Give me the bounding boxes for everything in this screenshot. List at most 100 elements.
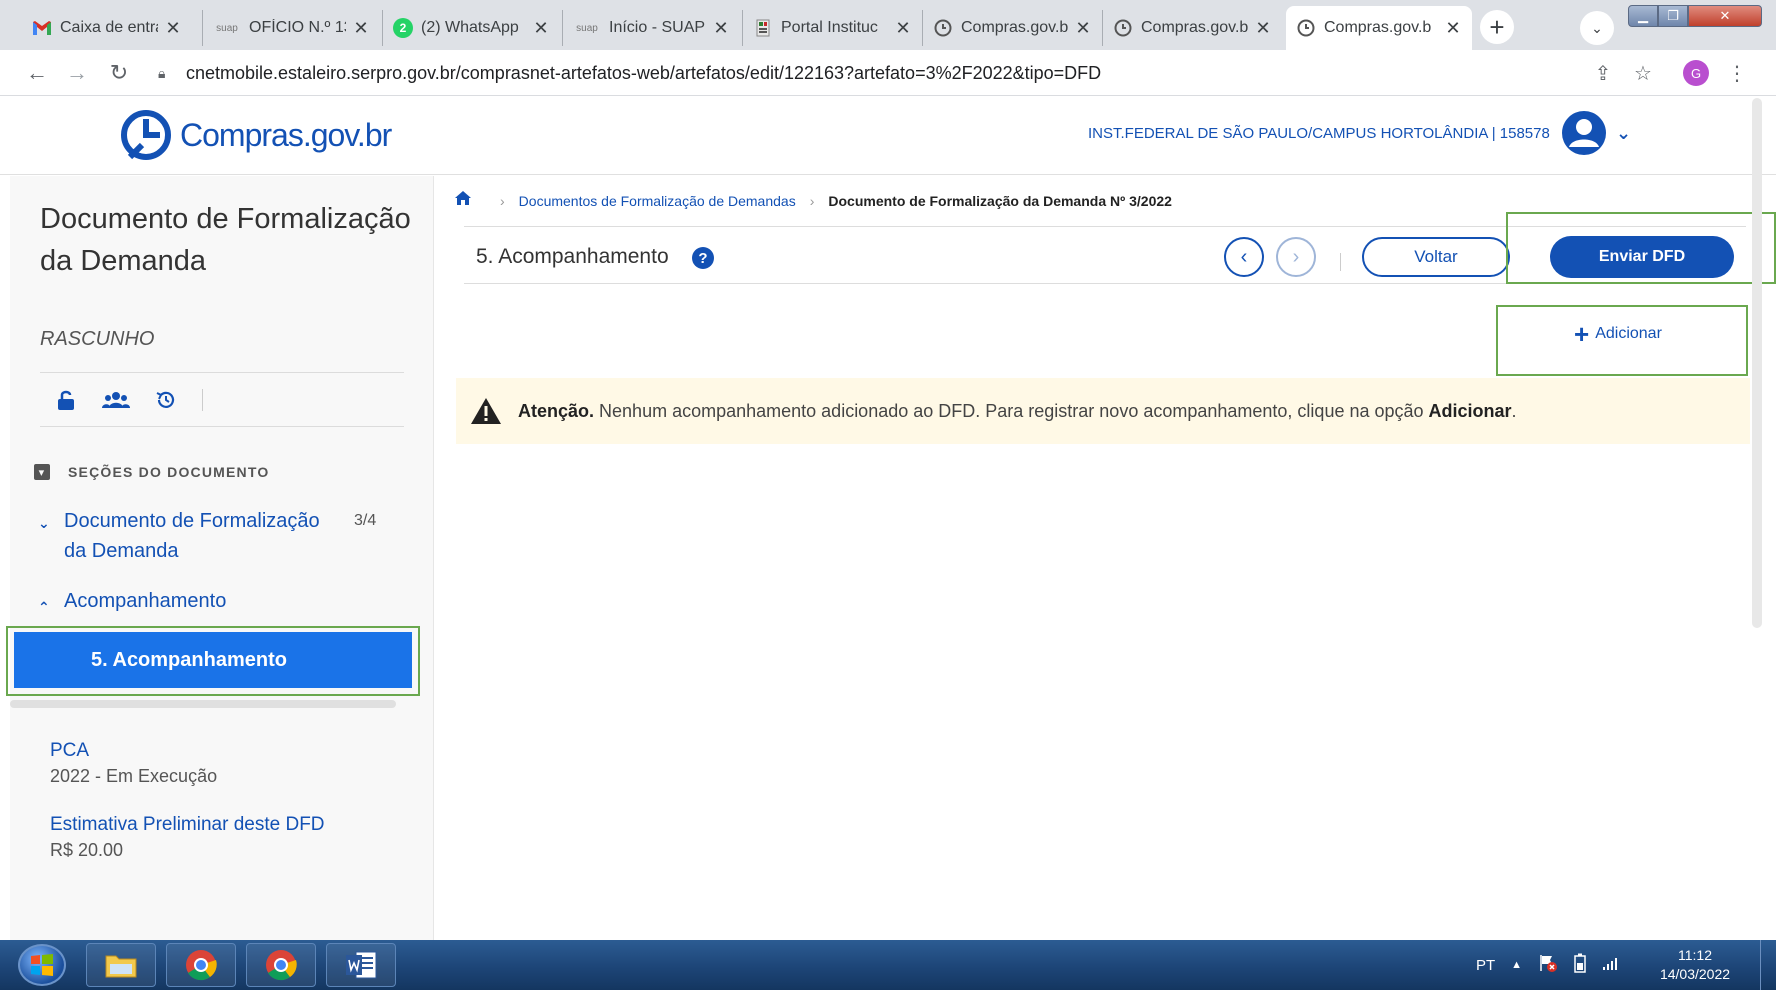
bookmark-button[interactable]: ☆	[1630, 60, 1656, 86]
user-avatar-icon[interactable]	[1560, 109, 1608, 157]
breadcrumb-link[interactable]: Documentos de Formalização de Demandas	[519, 193, 796, 209]
history-button[interactable]	[152, 386, 180, 414]
browser-tab[interactable]: suap OFÍCIO N.º 13 ✕	[202, 10, 380, 46]
compras-logo[interactable]: Compras.gov.br	[120, 105, 392, 165]
back-button[interactable]: ←	[22, 58, 52, 88]
start-button[interactable]	[18, 944, 66, 986]
browser-tab[interactable]: Compras.gov.b ✕	[1102, 10, 1282, 46]
star-icon: ☆	[1634, 62, 1652, 85]
taskbar: PT ▲ 11:12 14/03/2022	[0, 940, 1776, 990]
screen: Caixa de entra ✕ suap OFÍCIO N.º 13 ✕ 2 …	[0, 0, 1776, 990]
share-icon: ⇪	[1594, 62, 1612, 85]
compras-icon	[1296, 18, 1316, 38]
pca-label[interactable]: PCA	[50, 740, 89, 762]
chevron-down-icon: ⌄	[1591, 19, 1603, 36]
horizontal-scrollbar[interactable]	[10, 700, 396, 708]
system-tray: PT ▲	[1476, 940, 1620, 990]
language-indicator[interactable]: PT	[1476, 957, 1495, 974]
close-icon[interactable]: ✕	[164, 18, 182, 39]
adicionar-button[interactable]: + Adicionar	[1574, 319, 1662, 349]
window-controls: ▁ ❐ ✕	[1628, 5, 1764, 27]
chevron-left-icon: ‹	[1240, 245, 1248, 268]
reload-button[interactable]: ↻	[104, 58, 134, 88]
new-tab-button[interactable]: +	[1480, 10, 1514, 44]
divider	[202, 389, 203, 411]
menu-button[interactable]: ⋮	[1724, 60, 1750, 86]
chevron-down-icon[interactable]: ⌄	[1616, 123, 1631, 144]
taskbar-chrome[interactable]	[166, 943, 236, 987]
sidebar-actions	[52, 386, 203, 414]
signal-icon[interactable]	[1602, 955, 1620, 975]
taskbar-explorer[interactable]	[86, 943, 156, 987]
close-icon[interactable]: ✕	[894, 18, 912, 39]
alert-message: Atenção. Nenhum acompanhamento adicionad…	[518, 400, 1517, 421]
battery-icon[interactable]	[1574, 953, 1586, 977]
share-button[interactable]: ⇪	[1590, 60, 1616, 86]
whatsapp-icon: 2	[393, 18, 413, 38]
estimate-label[interactable]: Estimativa Preliminar deste DFD	[50, 814, 325, 836]
kebab-menu-icon: ⋮	[1727, 62, 1747, 85]
forward-button[interactable]: →	[62, 58, 92, 88]
action-center-icon[interactable]	[1538, 953, 1558, 977]
browser-toolbar: ← → ↻ 🔒︎ cnetmobile.estaleiro.serpro.gov…	[0, 50, 1776, 96]
show-desktop-button[interactable]	[1760, 940, 1776, 990]
divider	[40, 426, 404, 427]
divider	[40, 372, 404, 373]
minimize-button[interactable]: ▁	[1628, 5, 1658, 27]
taskbar-chrome[interactable]	[246, 943, 316, 987]
address-bar[interactable]: 🔒︎ cnetmobile.estaleiro.serpro.gov.br/co…	[148, 56, 1648, 90]
collapse-icon: ▾	[34, 464, 50, 480]
previous-step-button[interactable]: ‹	[1224, 237, 1264, 277]
organization-name: INST.FEDERAL DE SÃO PAULO/CAMPUS HORTOLÂ…	[1088, 125, 1550, 142]
browser-tab[interactable]: Caixa de entra ✕	[22, 10, 192, 46]
folder-icon	[105, 955, 137, 978]
estimate-value: R$ 20.00	[50, 840, 124, 860]
unlock-button[interactable]	[52, 386, 80, 414]
plus-icon: +	[1574, 319, 1590, 349]
section-item-dfd[interactable]: ⌄ Documento de Formalização da Demanda	[38, 506, 338, 566]
suap-icon: suap	[576, 22, 598, 34]
arrow-left-icon: ←	[26, 60, 48, 85]
sections-header[interactable]: ▾ SEÇÕES DO DOCUMENTO	[34, 464, 269, 480]
close-icon[interactable]: ✕	[1444, 18, 1462, 39]
close-icon[interactable]: ✕	[712, 18, 730, 39]
plus-icon: +	[1489, 11, 1505, 42]
close-icon[interactable]: ✕	[352, 18, 370, 39]
sidebar: Documento de Formalização da Demanda RAS…	[6, 176, 434, 940]
compras-logo-icon	[121, 110, 171, 160]
warning-alert: Atenção. Nenhum acompanhamento adicionad…	[456, 378, 1750, 444]
browser-tab[interactable]: Compras.gov.b ✕	[922, 10, 1102, 46]
enviar-dfd-button[interactable]: Enviar DFD	[1550, 236, 1734, 278]
window-close-button[interactable]: ✕	[1688, 5, 1762, 27]
clock[interactable]: 11:12 14/03/2022	[1650, 946, 1740, 984]
section-progress-count: 3/4	[354, 512, 377, 529]
document-status: RASCUNHO	[40, 328, 155, 350]
taskbar-word[interactable]	[326, 943, 396, 987]
browser-tab-active[interactable]: Compras.gov.b ✕	[1286, 6, 1472, 50]
browser-tab[interactable]: 2 (2) WhatsApp ✕	[382, 10, 560, 46]
close-icon[interactable]: ✕	[532, 18, 550, 39]
pca-value: 2022 - Em Execução	[50, 766, 218, 786]
voltar-button[interactable]: Voltar	[1362, 237, 1510, 277]
chevron-up-icon[interactable]: ▲	[1511, 959, 1522, 971]
help-icon[interactable]: ?	[692, 247, 714, 269]
chrome-icon	[186, 950, 217, 981]
maximize-button[interactable]: ❐	[1658, 5, 1688, 27]
browser-tab[interactable]: Portal Instituc ✕	[742, 10, 922, 46]
profile-avatar[interactable]: G	[1683, 60, 1709, 86]
active-step-acompanhamento[interactable]: 5. Acompanhamento	[14, 632, 412, 688]
chevron-right-icon: ›	[809, 192, 815, 209]
tab-search-button[interactable]: ⌄	[1580, 11, 1614, 45]
browser-tab[interactable]: suap Início - SUAP ✕	[562, 10, 740, 46]
users-button[interactable]	[102, 386, 130, 414]
lock-icon: 🔒︎	[158, 64, 166, 81]
close-icon[interactable]: ✕	[1074, 18, 1092, 39]
next-step-button[interactable]: ›	[1276, 237, 1316, 277]
vertical-scrollbar[interactable]	[1752, 98, 1762, 628]
breadcrumb-current: Documento de Formalização da Demanda Nº …	[828, 192, 1172, 209]
windows-logo-icon	[31, 954, 53, 976]
section-item-acompanhamento[interactable]: ⌃ Acompanhamento	[38, 586, 226, 622]
suap-icon: suap	[216, 22, 238, 34]
home-icon[interactable]	[454, 190, 472, 211]
close-icon[interactable]: ✕	[1254, 18, 1272, 39]
